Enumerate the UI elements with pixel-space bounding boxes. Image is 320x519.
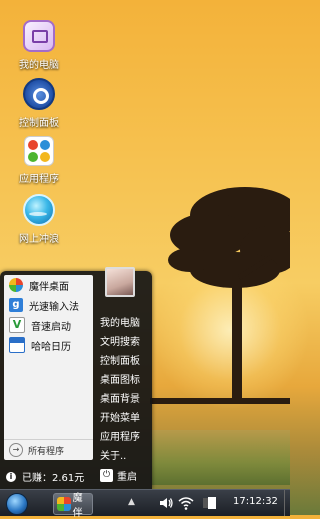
start-menu-links-pane: 我的电脑 文明搜索 控制面板 桌面图标 桌面背景 开始菜单 应用程序 关于..: [97, 267, 152, 462]
mobandesktop-icon: [57, 497, 71, 511]
applications-icon: [24, 136, 54, 166]
start-menu-footer: i 已赚：2.61元 ⏻ 重启: [0, 464, 152, 489]
info-icon: i: [6, 471, 16, 482]
desktop-icon-label: 我的电脑: [19, 60, 59, 71]
taskbar: 魔伴 ▲ 17:12:32: [0, 489, 291, 519]
chevron-up-icon[interactable]: ▲: [128, 497, 135, 507]
menu-link-search[interactable]: 文明搜索: [100, 333, 140, 348]
battery-icon[interactable]: [201, 496, 217, 510]
taskbar-app-moban[interactable]: 魔伴: [53, 493, 93, 519]
volume-icon[interactable]: [158, 495, 174, 511]
power-icon: ⏻: [100, 469, 113, 482]
mobandesktop-icon: [9, 278, 23, 292]
desktop-icon-label: 控制面板: [19, 118, 59, 129]
input-method-icon: g: [9, 298, 23, 312]
all-programs-button[interactable]: → 所有程序: [4, 439, 93, 460]
program-item-quick-launch[interactable]: V 音速启动: [4, 315, 93, 335]
menu-link-start-menu[interactable]: 开始菜单: [100, 409, 140, 424]
desktop-icon-applications[interactable]: 应用程序: [8, 136, 70, 185]
start-menu: 魔伴桌面 g 光速输入法 V 音速启动 哈哈日历 → 所有程序 我的电脑 文明搜…: [0, 267, 152, 489]
quick-launch-icon: V: [9, 317, 25, 333]
restart-button[interactable]: ⏻ 重启: [100, 468, 137, 483]
desktop-icon-control-panel[interactable]: 控制面板: [8, 78, 70, 129]
all-programs-label: 所有程序: [28, 446, 65, 457]
program-label: 音速启动: [31, 321, 71, 333]
menu-link-my-computer[interactable]: 我的电脑: [100, 314, 140, 329]
wallpaper-tree: [150, 187, 290, 404]
desktop-icon-label: 应用程序: [19, 174, 59, 185]
desktop-icon-label: 网上冲浪: [19, 234, 59, 245]
restart-label: 重启: [117, 472, 137, 483]
earnings-text: 已赚：2.61元: [22, 473, 85, 484]
earnings-status: i 已赚：2.61元: [6, 469, 84, 484]
menu-link-applications[interactable]: 应用程序: [100, 428, 140, 443]
control-panel-icon: [23, 78, 55, 110]
program-item-moban[interactable]: 魔伴桌面: [4, 275, 93, 295]
menu-link-control-panel[interactable]: 控制面板: [100, 352, 140, 367]
program-label: 魔伴桌面: [29, 281, 69, 293]
menu-link-about[interactable]: 关于..: [100, 447, 126, 462]
desktop-icon-browser[interactable]: 网上冲浪: [8, 194, 70, 245]
desktop-icon-my-computer[interactable]: 我的电脑: [8, 20, 70, 71]
menu-link-desktop-icons[interactable]: 桌面图标: [100, 371, 140, 386]
show-desktop-button[interactable]: [284, 490, 291, 516]
arrow-right-icon: →: [9, 443, 23, 457]
calendar-icon: [9, 337, 25, 353]
start-menu-programs-pane: 魔伴桌面 g 光速输入法 V 音速启动 哈哈日历 → 所有程序: [4, 275, 93, 460]
browser-icon: [23, 194, 55, 226]
menu-link-desktop-background[interactable]: 桌面背景: [100, 390, 140, 405]
program-label: 光速输入法: [29, 301, 79, 313]
start-button[interactable]: [6, 493, 28, 515]
program-item-calendar[interactable]: 哈哈日历: [4, 335, 93, 355]
computer-icon: [23, 20, 55, 52]
user-avatar[interactable]: [105, 267, 135, 297]
program-item-input-method[interactable]: g 光速输入法: [4, 295, 93, 315]
program-label: 哈哈日历: [31, 341, 71, 353]
wifi-icon[interactable]: [178, 495, 194, 511]
taskbar-clock[interactable]: 17:12:32: [233, 496, 278, 507]
